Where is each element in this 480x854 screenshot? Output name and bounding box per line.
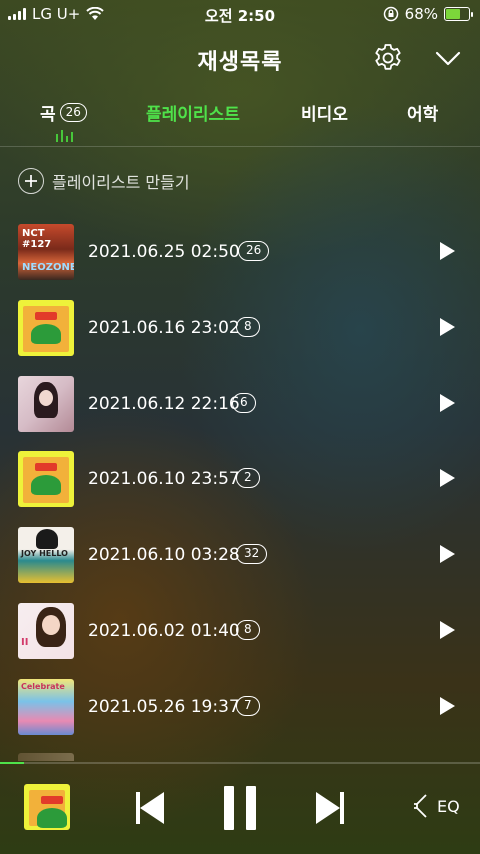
tab-language[interactable]: 어학 [407,100,438,125]
album-cover: II [18,603,74,659]
create-playlist-button[interactable]: 플레이리스트 만들기 [18,168,190,194]
status-bar: LG U+ 오전 2:50 68% [0,0,480,28]
album-cover [18,451,74,507]
list-item[interactable]: 2021.06.16 23:02 8 [0,299,480,357]
battery-percent: 68% [404,5,438,23]
list-item[interactable]: 2021.06.10 23:57 2 [0,450,480,508]
album-cover [18,300,74,356]
list-item[interactable]: JOY HELLO 2021.06.10 03:28 32 [0,526,480,584]
battery-icon [444,7,473,21]
tab-videos-label: 비디오 [301,105,348,125]
playlist-count-badge: 2 [236,468,260,488]
play-icon[interactable] [440,242,455,260]
header: 재생목록 [0,38,480,78]
playlist-count-badge: 6 [232,393,256,413]
eq-label: EQ [437,796,460,816]
playlist-date: 2021.06.12 22:16 [88,394,240,414]
tab-songs-label: 곡 [40,105,56,125]
gear-icon[interactable] [372,42,404,74]
playlist-date: 2021.06.10 03:28 [88,545,240,565]
playlist-date: 2021.06.02 01:40 [88,621,240,641]
status-right: 68% [383,5,473,23]
playlist-count-badge: 8 [236,317,260,337]
playlist-date: 2021.06.16 23:02 [88,318,240,338]
tab-songs-badge: 26 [59,103,87,122]
now-playing-cover[interactable] [24,784,70,830]
list-item-partial [18,753,74,761]
tab-playlists-label: 플레이리스트 [146,105,240,125]
playlist-date: 2021.06.25 02:50 [88,242,240,262]
playlist-count-badge: 26 [238,241,270,261]
next-icon[interactable] [316,792,344,824]
list-item[interactable]: 2021.06.12 22:16 6 [0,375,480,433]
playlist-date: 2021.05.26 19:37 [88,697,240,717]
play-icon[interactable] [440,621,455,639]
playlist-count-badge: 32 [236,544,268,564]
play-icon[interactable] [440,394,455,412]
play-icon[interactable] [440,697,455,715]
rotation-lock-icon [383,6,398,22]
list-item[interactable]: II 2021.06.02 01:40 8 [0,602,480,660]
album-cover: NCT #127 NEOZONE [18,224,74,280]
chevron-down-icon[interactable] [434,44,462,72]
tab-songs[interactable]: 곡 26 [40,100,87,125]
list-item[interactable]: NCT #127 NEOZONE 2021.06.25 02:50 26 [0,223,480,281]
play-icon[interactable] [440,318,455,336]
playlist-count-badge: 8 [236,620,260,640]
eq-button[interactable]: EQ [412,792,460,820]
album-cover: Celebrate [18,679,74,735]
album-cover [18,376,74,432]
playlist-count-badge: 7 [236,696,260,716]
tab-language-label: 어학 [407,105,439,125]
album-cover: JOY HELLO [18,527,74,583]
tab-videos[interactable]: 비디오 [301,100,348,125]
tab-playlists[interactable]: 플레이리스트 [146,100,240,125]
now-playing-indicator-icon [56,130,73,142]
pause-icon[interactable] [224,786,256,830]
eq-icon [414,794,427,818]
tab-bar: 곡 26 플레이리스트 비디오 어학 [0,96,480,146]
playlist-date: 2021.06.10 23:57 [88,469,240,489]
previous-icon[interactable] [136,792,164,824]
plus-circle-icon [18,168,44,194]
page-title: 재생목록 [197,50,283,75]
list-item[interactable]: Celebrate 2021.05.26 19:37 7 [0,678,480,736]
create-playlist-label: 플레이리스트 만들기 [52,173,190,192]
play-icon[interactable] [440,545,455,563]
tab-divider [0,146,480,147]
mini-player: EQ [0,764,480,854]
play-icon[interactable] [440,469,455,487]
